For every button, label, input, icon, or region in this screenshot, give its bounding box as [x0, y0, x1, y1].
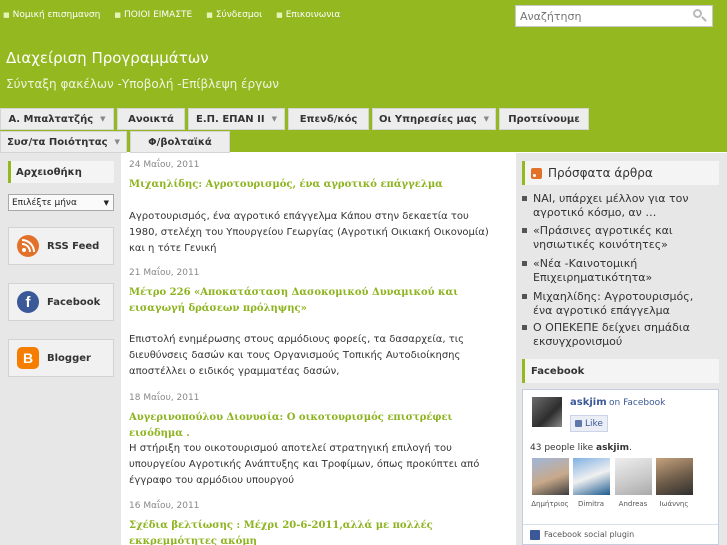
main-nav-row2: Συσ/τα Ποιότητας ▼ Φ/βολταϊκά: [0, 131, 233, 153]
toplink-about[interactable]: ■ ΠΟΙΟΙ ΕΙΜΑΣΤΕ: [114, 10, 192, 20]
blogger-button[interactable]: B Blogger: [8, 339, 114, 377]
fan-name[interactable]: Ιωάννης: [652, 500, 696, 508]
bullet-icon: [522, 325, 527, 330]
bullet-icon: ■: [206, 11, 213, 19]
recent-post-link[interactable]: «Πράσινες αγροτικές και νησιωτικές κοινό…: [521, 224, 711, 252]
chevron-down-icon: ▼: [103, 198, 109, 207]
chevron-down-icon: ▼: [100, 115, 106, 123]
page-name-link[interactable]: askjim: [570, 397, 607, 408]
facebook-plugin-footer: Facebook social plugin: [523, 524, 718, 544]
top-links: ■ Νομική επισημανση ■ ΠΟΙΟΙ ΕΙΜΑΣΤΕ ■ Σύνδε…: [3, 10, 354, 20]
fan-avatar[interactable]: [532, 458, 569, 495]
recent-posts-title: Πρόσφατα άρθρα: [522, 161, 719, 185]
search-box: [515, 5, 713, 27]
chevron-down-icon: ▼: [483, 115, 490, 123]
facebook-icon: [530, 529, 540, 540]
facebook-like-box: askjim on Facebook Like 43 people like a…: [522, 389, 719, 545]
fan-name[interactable]: Andreas: [611, 500, 655, 508]
bullet-icon: [522, 196, 527, 201]
thumbs-up-icon: [575, 420, 583, 427]
nav-quality-systems[interactable]: Συσ/τα Ποιότητας ▼: [0, 131, 127, 153]
post-date: 24 Μαΐου, 2011: [129, 160, 200, 170]
nav-baltatzis[interactable]: Α. Μπαλτατζής ▼: [0, 108, 114, 130]
blogger-icon: B: [17, 347, 39, 369]
post-excerpt: Επιστολή ενημέρωσης στους αρμόδιους φορε…: [129, 334, 465, 377]
site-description: Σύνταξη φακέλων -Υποβολή -Επίβλεψη έργων: [6, 77, 280, 91]
search-input[interactable]: [516, 6, 691, 26]
bullet-icon: [522, 294, 527, 299]
on-facebook-link[interactable]: on Facebook: [609, 398, 665, 408]
recent-post-link[interactable]: ΝΑΙ, υπάρχει μέλλον για τον αγροτικό κόσ…: [521, 192, 711, 220]
main-nav: Α. Μπαλτατζής ▼ Ανοικτά Ε.Π. ΕΠΑΝ ΙΙ ▼ Επε…: [0, 108, 592, 130]
nav-services[interactable]: Οι Υπηρεσίες μας ▼: [372, 108, 496, 130]
nav-photovoltaics[interactable]: Φ/βολταϊκά: [130, 131, 230, 153]
facebook-widget-title: Facebook: [522, 359, 719, 383]
post-date: 18 Μαΐου, 2011: [129, 393, 200, 403]
archive-select[interactable]: Επιλέξτε μήνα ▼: [8, 194, 114, 211]
post-title[interactable]: Αυγερινοπούλου Διονυσία: Ο οικοτουρισμός…: [129, 410, 489, 442]
toplink-links[interactable]: ■ Σύνδεσμοι: [206, 10, 262, 20]
post-excerpt: Αγροτουρισμός, ένα αγροτικό επάγγελμα Κά…: [129, 211, 489, 254]
page-avatar[interactable]: [532, 397, 562, 427]
site-title[interactable]: Διαχείριση Προγραμμάτων: [6, 49, 209, 67]
recent-post-link[interactable]: «Νέα -Καινοτομική Επιχειρηματικότητα»: [521, 257, 711, 285]
fan-avatar[interactable]: [615, 458, 652, 495]
search-icon[interactable]: [691, 7, 709, 25]
nav-open[interactable]: Ανοικτά: [117, 108, 185, 130]
post-excerpt: Η στήριξη του οικοτουρισμού αποτελεί στρ…: [129, 443, 480, 486]
nav-epan[interactable]: Ε.Π. ΕΠΑΝ ΙΙ ▼: [188, 108, 285, 130]
post-date: 21 Μαΐου, 2011: [129, 268, 200, 278]
fan-name[interactable]: Dimitra: [569, 500, 613, 508]
fan-name[interactable]: Δημήτριος: [528, 500, 572, 508]
post-title[interactable]: Μέτρο 226 «Αποκατάσταση Δασοκομικού Δυνα…: [129, 285, 489, 317]
bullet-icon: ■: [3, 11, 10, 19]
main-content: 24 Μαΐου, 2011 Μιχαηλίδης: Αγροτουρισμός…: [122, 153, 515, 545]
facebook-button[interactable]: f Facebook: [8, 283, 114, 321]
bullet-icon: ■: [276, 11, 283, 19]
toplink-contact[interactable]: ■ Επικοινωνια: [276, 10, 340, 20]
chevron-down-icon: ▼: [114, 138, 120, 146]
archive-title: Αρχειοθήκη: [8, 161, 114, 183]
bullet-icon: [522, 261, 527, 266]
toplink-legal[interactable]: ■ Νομική επισημανση: [3, 10, 100, 20]
facebook-icon: f: [17, 291, 39, 313]
recent-post-link[interactable]: Ο ΟΠΕΚΕΠΕ δείχνει σημάδια εκσυγχρονισμού: [521, 321, 711, 349]
like-button[interactable]: Like: [570, 415, 608, 432]
post-date: 16 Μαΐου, 2011: [129, 501, 200, 511]
rss-icon: [531, 167, 542, 179]
bullet-icon: ■: [114, 11, 121, 19]
post-title[interactable]: Μιχαηλίδης: Αγροτουρισμός, ένα αγροτικό …: [129, 177, 489, 193]
fan-avatar[interactable]: [573, 458, 610, 495]
nav-investment[interactable]: Επενδ/κός: [288, 108, 369, 130]
chevron-down-icon: ▼: [271, 115, 277, 123]
nav-recommend[interactable]: Προτείνουμε: [499, 108, 589, 130]
fan-avatar[interactable]: [656, 458, 693, 495]
rss-icon: [17, 235, 39, 257]
recent-post-link[interactable]: Μιχαηλίδης: Αγροτουρισμός, ένα αγροτικό …: [521, 290, 711, 318]
rss-feed-button[interactable]: RSS Feed: [8, 227, 114, 265]
like-count: 43 people like askjim.: [530, 443, 632, 453]
bullet-icon: [522, 228, 527, 233]
post-title[interactable]: Σχέδια βελτίωσης : Μέχρι 20-6-2011,αλλά …: [129, 518, 489, 545]
